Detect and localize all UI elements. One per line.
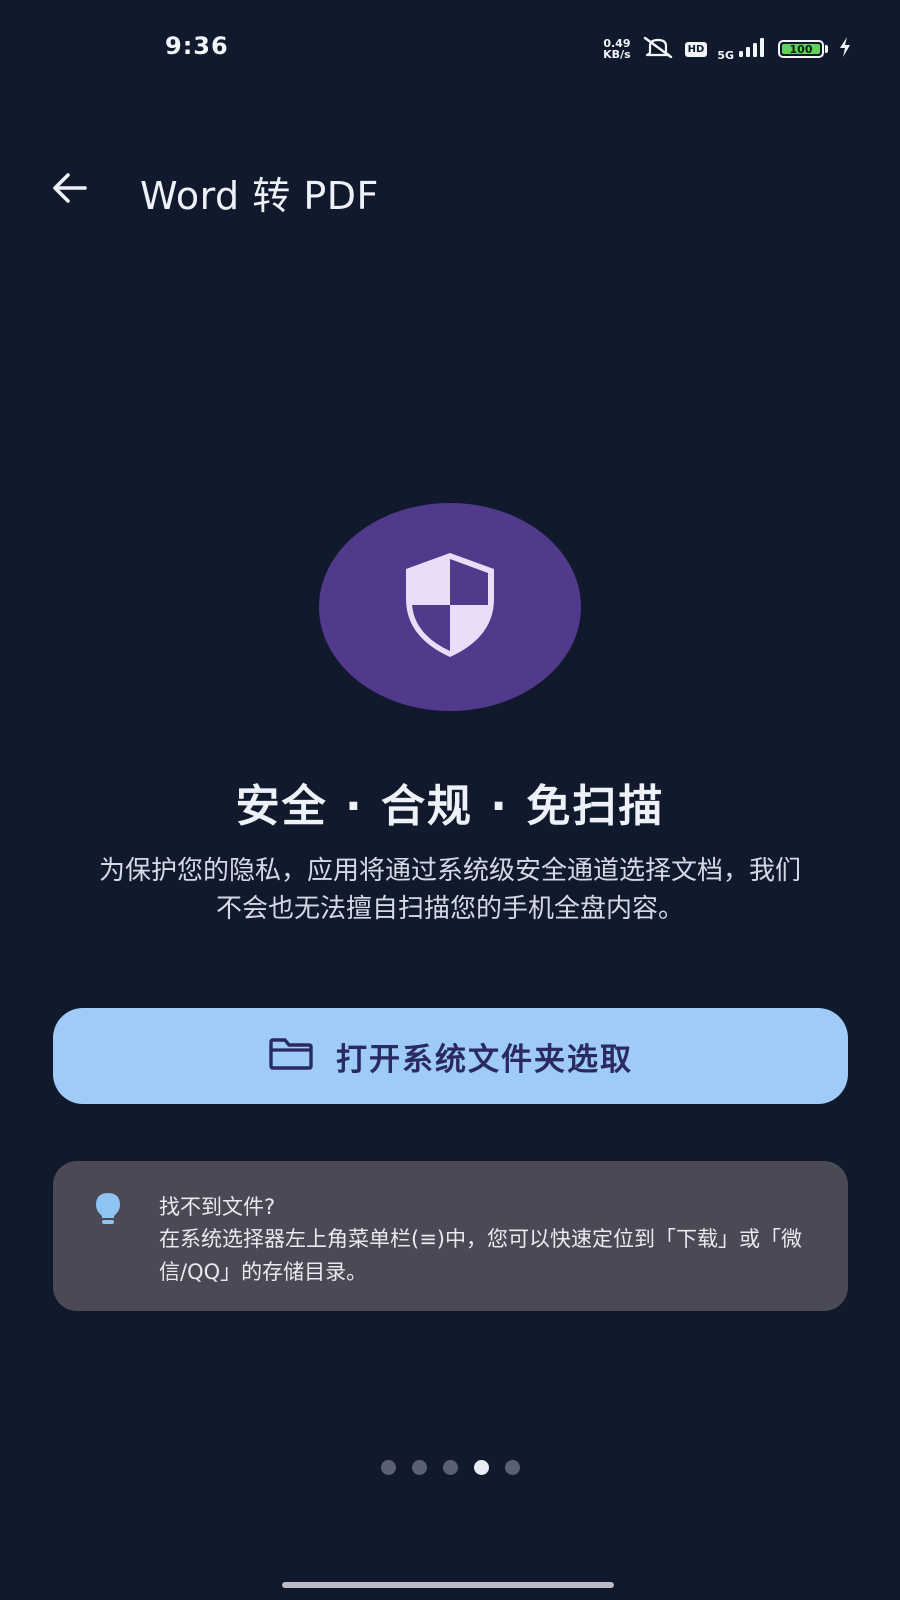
tip-title: 找不到文件? [159, 1195, 276, 1219]
status-icons: 0.49 KB/s HD 5G 100 [603, 36, 852, 62]
page-dot [411, 1460, 427, 1475]
shield-badge [319, 503, 581, 711]
folder-icon [268, 1037, 314, 1075]
headline: 安全 · 合规 · 免扫描 [235, 781, 665, 832]
battery-level: 100 [782, 43, 820, 56]
charging-icon [838, 36, 852, 62]
shield-icon [398, 549, 502, 665]
network-speed: 0.49 KB/s [603, 38, 630, 60]
back-button[interactable] [44, 164, 96, 216]
tip-body: 在系统选择器左上角菜单栏(≡)中，您可以快速定位到「下载」或「微信/QQ」的存储… [159, 1227, 802, 1284]
page-dot [442, 1460, 458, 1475]
signal-group: 5G [717, 37, 768, 61]
page-indicator [0, 1460, 900, 1475]
tip-card: 找不到文件? 在系统选择器左上角菜单栏(≡)中，您可以快速定位到「下载」或「微信… [53, 1161, 848, 1311]
privacy-description: 为保护您的隐私，应用将通过系统级安全通道选择文档，我们不会也无法擅自扫描您的手机… [98, 856, 801, 924]
lightbulb-icon [93, 1191, 123, 1231]
open-system-folder-label: 打开系统文件夹选取 [336, 1041, 633, 1078]
battery-icon: 100 [778, 40, 828, 58]
signal-icon [738, 37, 768, 61]
arrow-left-icon [51, 172, 89, 208]
mute-icon [641, 36, 675, 62]
open-system-folder-button[interactable]: 打开系统文件夹选取 [53, 1008, 848, 1104]
page-dot [473, 1460, 489, 1475]
home-indicator[interactable] [282, 1582, 614, 1588]
page-dot [380, 1460, 396, 1475]
network-type: 5G [717, 49, 734, 62]
page-dot [504, 1460, 520, 1475]
page-title: Word 转 PDF [140, 174, 379, 218]
network-speed-unit: KB/s [603, 48, 631, 61]
status-time: 9:36 [165, 32, 229, 60]
hd-badge: HD [684, 41, 708, 57]
